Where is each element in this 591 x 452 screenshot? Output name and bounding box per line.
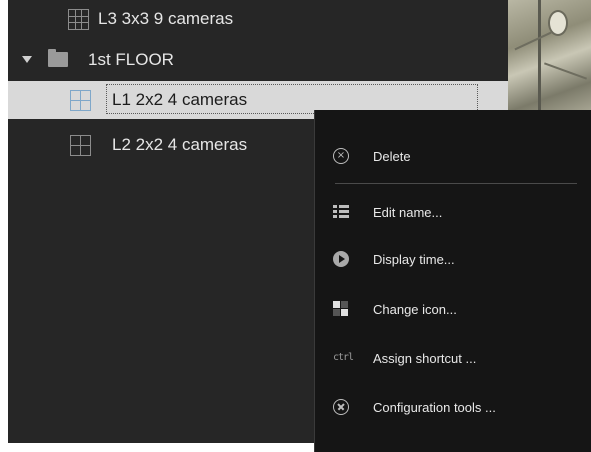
menu-item-label: Configuration tools ... — [373, 399, 496, 415]
grid-2x2-icon — [70, 135, 91, 156]
grid-3x3-icon — [68, 9, 89, 30]
context-menu: × Delete Edit name... Display time... Ch… — [314, 110, 591, 452]
app-window: L3 3x3 9 cameras 1st FLOOR L1 2x2 4 came… — [0, 0, 591, 452]
tree-folder-label: 1st FLOOR — [88, 50, 174, 69]
tools-icon — [333, 399, 349, 415]
tree-item-l3[interactable]: L3 3x3 9 cameras — [8, 0, 508, 38]
menu-item-label: Assign shortcut ... — [373, 350, 477, 366]
menu-item-change-icon[interactable]: Change icon... — [315, 291, 591, 327]
tree-folder-1st-floor[interactable]: 1st FLOOR — [8, 41, 508, 79]
delete-circle-x-icon: × — [333, 148, 349, 164]
tree-item-label: L3 3x3 9 cameras — [98, 9, 234, 28]
menu-item-assign-shortcut[interactable]: ctrl Assign shortcut ... — [315, 340, 591, 376]
menu-item-label: Change icon... — [373, 301, 457, 317]
menu-item-delete[interactable]: × Delete — [315, 138, 591, 174]
menu-item-label: Display time... — [373, 251, 455, 267]
checker-icon — [333, 301, 349, 317]
menu-item-label: Edit name... — [373, 204, 443, 220]
play-circle-icon — [333, 251, 349, 267]
menu-item-display-time[interactable]: Display time... — [315, 241, 591, 277]
list-icon — [333, 204, 349, 220]
camera-preview-image[interactable] — [508, 0, 591, 110]
menu-item-label: Delete — [373, 148, 411, 164]
expand-caret-icon[interactable] — [22, 56, 32, 63]
keyboard-shortcut-icon: ctrl — [333, 352, 354, 363]
folder-icon — [48, 49, 68, 67]
tree-item-label: L1 2x2 4 cameras — [112, 90, 248, 109]
grid-2x2-icon — [70, 90, 91, 111]
menu-separator — [335, 183, 577, 184]
menu-item-edit-name[interactable]: Edit name... — [315, 194, 591, 230]
menu-item-configuration-tools[interactable]: Configuration tools ... — [315, 389, 591, 425]
tree-item-label: L2 2x2 4 cameras — [112, 135, 248, 154]
